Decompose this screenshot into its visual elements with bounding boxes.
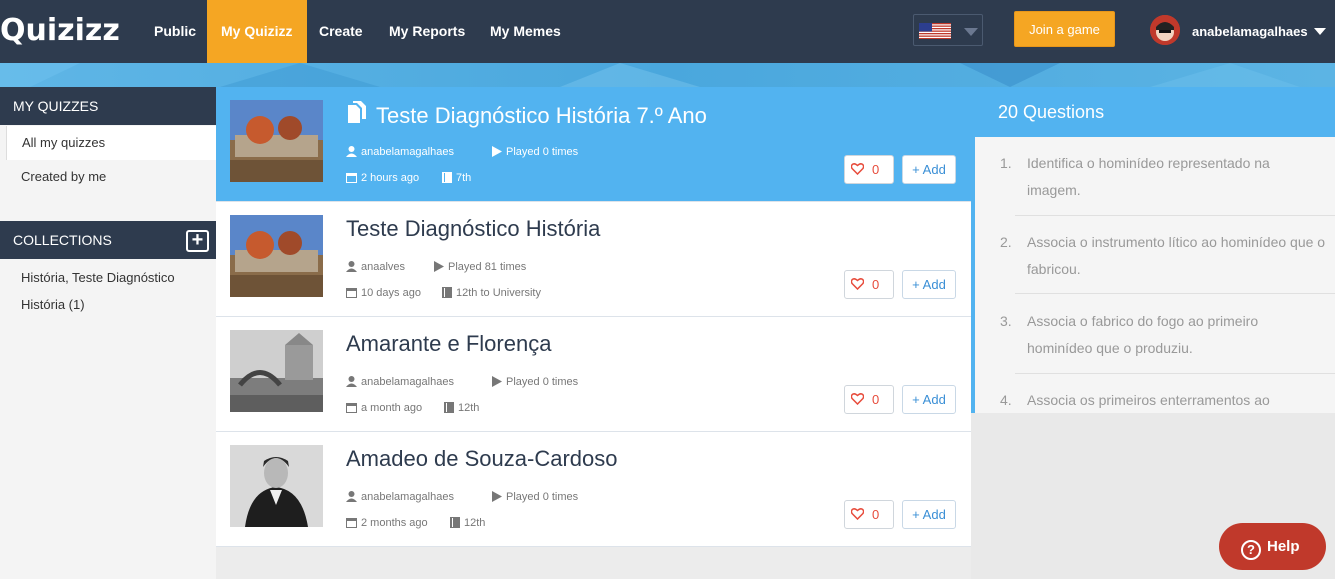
sidebar-item-all-my-quizzes[interactable]: All my quizzes bbox=[6, 126, 216, 160]
username[interactable]: anabelamagalhaes bbox=[1192, 0, 1308, 63]
quiz-time: 2 hours ago bbox=[346, 172, 419, 184]
add-to-collection-button[interactable]: + Add bbox=[902, 500, 956, 529]
quiz-title[interactable]: Teste Diagnóstico História bbox=[346, 216, 600, 242]
document-icon bbox=[348, 101, 366, 123]
quiz-author: anaalves bbox=[346, 261, 405, 273]
question-number: 3. bbox=[1000, 313, 1012, 329]
quiz-played: Played 0 times bbox=[492, 491, 578, 503]
quiz-grade: 12th bbox=[444, 402, 479, 414]
collection-item[interactable]: História, Teste Diagnóstico bbox=[21, 270, 175, 285]
quiz-card[interactable]: Amarante e Florença anabelamagalhaes Pla… bbox=[216, 317, 971, 432]
nav-my-quizizz[interactable]: My Quizizz bbox=[207, 0, 307, 63]
divider bbox=[1015, 293, 1335, 294]
book-icon bbox=[442, 172, 452, 183]
sidebar-item-created-by-me[interactable]: Created by me bbox=[0, 160, 216, 194]
quiz-played: Played 0 times bbox=[492, 376, 578, 388]
quiz-thumbnail bbox=[230, 445, 323, 527]
quiz-author: anabelamagalhaes bbox=[346, 146, 454, 158]
quiz-time: 2 months ago bbox=[346, 517, 428, 529]
play-icon bbox=[434, 261, 444, 272]
calendar-icon bbox=[346, 288, 357, 298]
quiz-grade: 12th bbox=[450, 517, 485, 529]
calendar-icon bbox=[346, 518, 357, 528]
play-icon bbox=[492, 376, 502, 387]
quiz-thumbnail bbox=[230, 100, 323, 182]
book-icon bbox=[450, 517, 460, 528]
add-to-collection-button[interactable]: + Add bbox=[902, 385, 956, 414]
book-icon bbox=[444, 402, 454, 413]
divider bbox=[1015, 373, 1335, 374]
question-number: 2. bbox=[1000, 234, 1012, 250]
like-button[interactable]: 0 bbox=[844, 155, 894, 184]
question-text: Associa o fabrico do fogo ao primeiro ho… bbox=[1027, 313, 1259, 356]
quiz-card[interactable]: Teste Diagnóstico História 7.º Ano anabe… bbox=[216, 87, 971, 202]
quiz-played: Played 0 times bbox=[492, 146, 578, 158]
chevron-down-icon bbox=[964, 28, 978, 36]
my-quizzes-header: MY QUIZZES bbox=[0, 87, 216, 125]
book-icon bbox=[442, 287, 452, 298]
play-icon bbox=[492, 491, 502, 502]
calendar-icon bbox=[346, 403, 357, 413]
quiz-author: anabelamagalhaes bbox=[346, 491, 454, 503]
nav-public[interactable]: Public bbox=[140, 0, 210, 63]
quiz-time: 10 days ago bbox=[346, 287, 421, 299]
nav-my-memes[interactable]: My Memes bbox=[476, 0, 575, 63]
question-text: Associa o instrumento lítico ao hominíde… bbox=[1027, 234, 1326, 277]
add-collection-button[interactable]: + bbox=[186, 230, 209, 252]
nav-my-reports[interactable]: My Reports bbox=[375, 0, 479, 63]
quiz-card[interactable]: Teste Diagnóstico História anaalves Play… bbox=[216, 202, 971, 317]
add-to-collection-button[interactable]: + Add bbox=[902, 270, 956, 299]
sidebar: MY QUIZZES All my quizzes Created by me … bbox=[0, 87, 216, 579]
like-button[interactable]: 0 bbox=[844, 385, 894, 414]
question-number: 1. bbox=[1000, 155, 1012, 171]
quiz-grade: 12th to University bbox=[442, 287, 541, 299]
quiz-title[interactable]: Teste Diagnóstico História 7.º Ano bbox=[346, 101, 707, 129]
question-text: Associa os primeiros enterramentos ao bbox=[1027, 392, 1270, 408]
quiz-played: Played 81 times bbox=[434, 261, 526, 273]
question-text: Identifica o hominídeo representado na i… bbox=[1027, 155, 1270, 198]
divider bbox=[1015, 215, 1335, 216]
play-icon bbox=[492, 146, 502, 157]
question-number: 4. bbox=[1000, 392, 1012, 408]
heart-icon bbox=[851, 163, 864, 175]
top-navbar: Quizizz Public My Quizizz Create My Repo… bbox=[0, 0, 1335, 63]
user-icon bbox=[346, 261, 357, 272]
join-game-button[interactable]: Join a game bbox=[1014, 11, 1115, 47]
avatar[interactable] bbox=[1150, 15, 1180, 45]
quiz-author: anabelamagalhaes bbox=[346, 376, 454, 388]
like-button[interactable]: 0 bbox=[844, 270, 894, 299]
quiz-title[interactable]: Amarante e Florença bbox=[346, 331, 551, 357]
collections-label: COLLECTIONS bbox=[13, 232, 112, 248]
collection-item[interactable]: História (1) bbox=[21, 297, 85, 312]
language-select[interactable] bbox=[913, 14, 983, 46]
like-button[interactable]: 0 bbox=[844, 500, 894, 529]
us-flag-icon bbox=[919, 23, 951, 39]
user-icon bbox=[346, 491, 357, 502]
quiz-thumbnail bbox=[230, 330, 323, 412]
questions-panel: 20 Questions 1. Identifica o hominídeo r… bbox=[971, 87, 1335, 413]
quiz-time: a month ago bbox=[346, 402, 422, 414]
nav-create[interactable]: Create bbox=[305, 0, 377, 63]
quizizz-logo[interactable]: Quizizz bbox=[0, 14, 120, 48]
quiz-card[interactable]: Amadeo de Souza-Cardoso anabelamagalhaes… bbox=[216, 432, 971, 547]
calendar-icon bbox=[346, 173, 357, 183]
add-to-collection-button[interactable]: + Add bbox=[902, 155, 956, 184]
header-banner bbox=[0, 63, 1335, 87]
heart-icon bbox=[851, 508, 864, 520]
heart-icon bbox=[851, 278, 864, 290]
questions-count: 20 Questions bbox=[975, 87, 1335, 137]
heart-icon bbox=[851, 393, 864, 405]
quiz-title[interactable]: Amadeo de Souza-Cardoso bbox=[346, 446, 618, 472]
quiz-grade: 7th bbox=[442, 172, 471, 184]
user-menu-chevron-icon[interactable] bbox=[1314, 28, 1326, 35]
quiz-thumbnail bbox=[230, 215, 323, 297]
question-mark-icon: ? bbox=[1241, 540, 1261, 560]
collections-header: COLLECTIONS + bbox=[0, 221, 216, 259]
user-icon bbox=[346, 146, 357, 157]
help-button[interactable]: ? Help bbox=[1219, 523, 1326, 570]
user-icon bbox=[346, 376, 357, 387]
